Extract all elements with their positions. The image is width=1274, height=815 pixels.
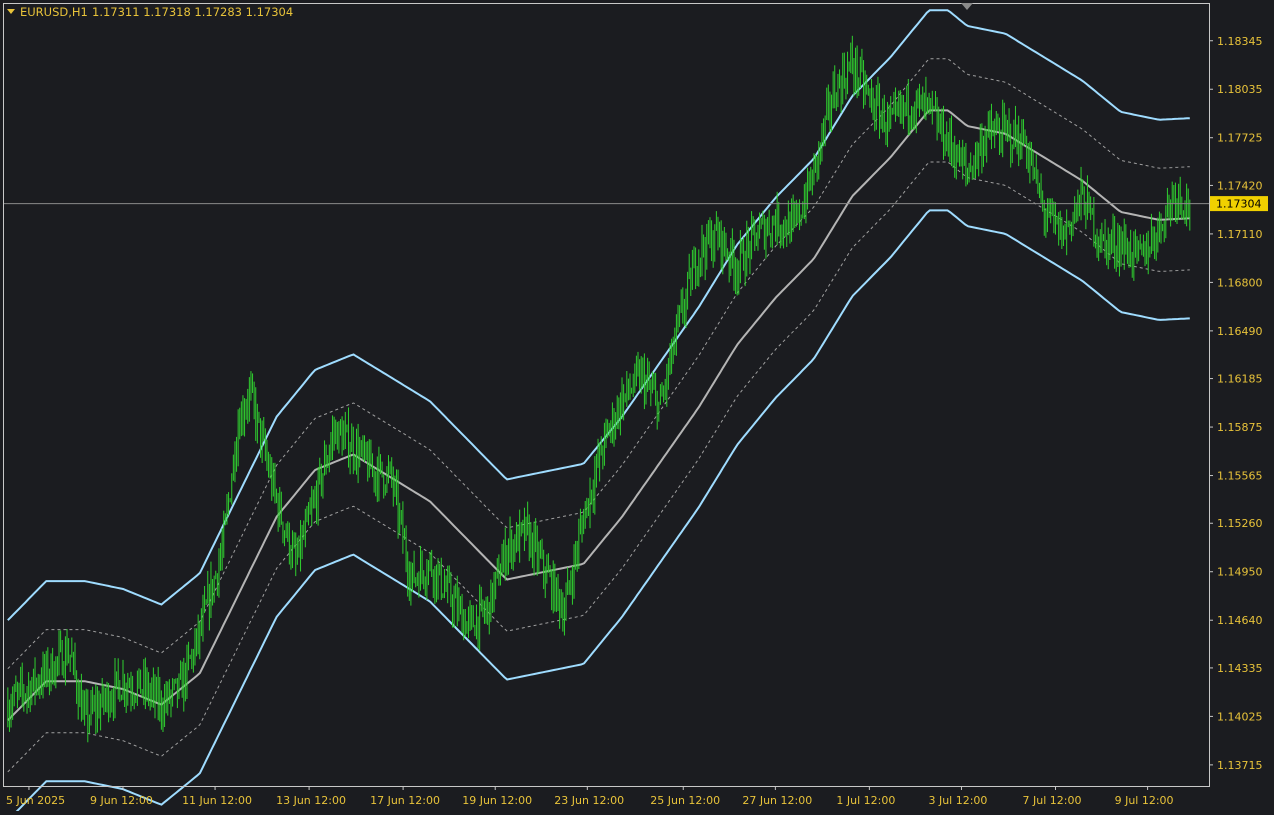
time-tick-label: 11 Jun 12:00 — [182, 794, 252, 807]
chart-canvas[interactable]: 1.18345 1.18035 1.17725 1.17420 1.17110 1.168… — [0, 0, 1274, 815]
time-tick-label: 5 Jun 2025 — [6, 794, 65, 807]
time-tick-label: 23 Jun 12:00 — [554, 794, 624, 807]
price-tick-label: 1.17110 — [1217, 228, 1263, 241]
price-tick-label: 1.18035 — [1217, 83, 1263, 96]
time-tick-label: 9 Jul 12:00 — [1115, 794, 1174, 807]
time-tick-label: 13 Jun 12:00 — [276, 794, 346, 807]
price-tick-label: 1.14025 — [1217, 710, 1263, 723]
time-tick-label: 3 Jul 12:00 — [928, 794, 987, 807]
price-tick-label: 1.17725 — [1217, 132, 1263, 145]
time-tick-label: 27 Jun 12:00 — [742, 794, 812, 807]
price-tick-label: 1.14335 — [1217, 662, 1263, 675]
current-price-tag: 1.17304 — [1210, 196, 1268, 212]
time-tick-label: 1 Jul 12:00 — [836, 794, 895, 807]
ohlc-readout: 1.17311 1.17318 1.17283 1.17304 — [92, 5, 293, 19]
price-tick-label: 1.16490 — [1217, 325, 1263, 338]
time-tick-label: 9 Jun 12:00 — [90, 794, 153, 807]
price-tick-label: 1.13715 — [1217, 759, 1263, 772]
price-tick-label: 1.14640 — [1217, 614, 1263, 627]
price-tick-label: 1.14950 — [1217, 566, 1263, 579]
price-tick-label: 1.17420 — [1217, 179, 1263, 192]
chart-background — [0, 0, 1274, 811]
price-tick-label: 1.15565 — [1217, 470, 1263, 483]
price-tick-label: 1.18345 — [1217, 35, 1263, 48]
price-tick-label: 1.15875 — [1217, 421, 1263, 434]
current-price-value: 1.17304 — [1216, 198, 1262, 211]
price-tick-label: 1.15260 — [1217, 517, 1263, 530]
trading-chart[interactable]: 1.18345 1.18035 1.17725 1.17420 1.17110 1.168… — [0, 0, 1274, 815]
symbol-timeframe-label: EURUSD,H1 — [20, 5, 88, 19]
time-tick-label: 17 Jun 12:00 — [370, 794, 440, 807]
price-tick-label: 1.16185 — [1217, 373, 1263, 386]
time-tick-label: 19 Jun 12:00 — [462, 794, 532, 807]
price-tick-label: 1.16800 — [1217, 276, 1263, 289]
time-tick-label: 7 Jul 12:00 — [1022, 794, 1081, 807]
time-tick-label: 25 Jun 12:00 — [650, 794, 720, 807]
